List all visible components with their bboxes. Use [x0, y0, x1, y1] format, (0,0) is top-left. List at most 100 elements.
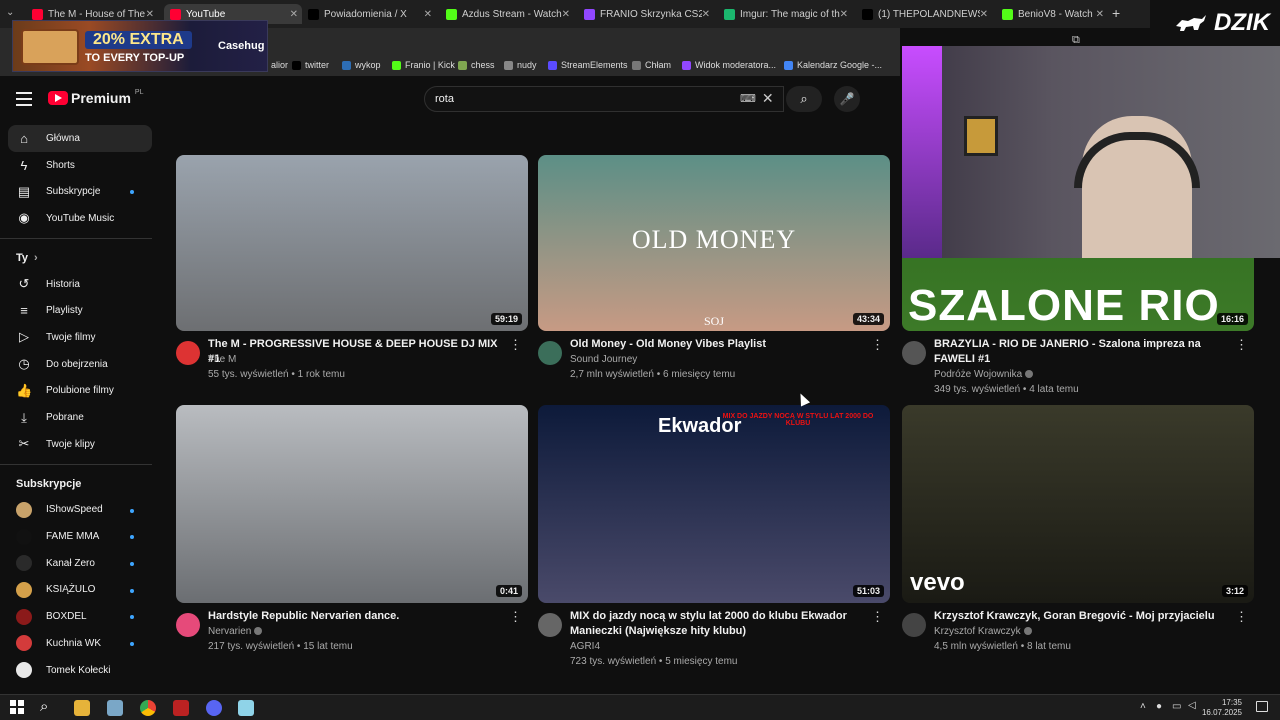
discord-icon[interactable] [206, 700, 222, 716]
browser-tab[interactable]: Powiadomienia / X ✕ [302, 4, 436, 24]
channel-avatar[interactable] [176, 613, 200, 637]
video-title[interactable]: Hardstyle Republic Nervarien dance. [208, 609, 508, 624]
close-tab-icon[interactable]: ✕ [562, 9, 570, 20]
search-button[interactable]: ⌕ [786, 86, 822, 112]
app-icon[interactable] [173, 700, 189, 716]
video-title[interactable]: The M - PROGRESSIVE HOUSE & DEEP HOUSE D… [208, 337, 508, 367]
bookmark-item[interactable]: twitter [292, 60, 329, 70]
keyboard-icon[interactable]: ⌨ [740, 92, 756, 105]
close-tab-icon[interactable]: ✕ [1096, 9, 1104, 20]
subscription-item[interactable]: BOXDEL [0, 603, 160, 630]
more-actions-icon[interactable]: ⋮ [509, 337, 522, 353]
video-card[interactable]: vevo 3:12 Krzysztof Krawczyk, Goran Bregov… [902, 405, 1254, 673]
new-tab-button[interactable]: + [1112, 5, 1120, 21]
video-card[interactable]: Ekwador MIX DO JAZDY NOCĄ W STYLU LAT 200… [538, 405, 890, 673]
sidebar-item[interactable]: ϟ Shorts [0, 152, 160, 179]
casehug-promo-banner[interactable]: 20% EXTRA TO EVERY TOP-UP Casehug [12, 20, 268, 72]
more-actions-icon[interactable]: ⋮ [871, 337, 884, 353]
more-actions-icon[interactable]: ⋮ [509, 609, 522, 625]
video-thumbnail[interactable]: 59:19 [176, 155, 528, 331]
video-title[interactable]: Old Money - Old Money Vibes Playlist [570, 337, 870, 352]
youtube-premium-logo[interactable]: Premium PL [48, 89, 143, 106]
volume-icon[interactable]: ◁ [1188, 700, 1196, 711]
subscription-item[interactable]: Tomek Kołecki [0, 657, 160, 684]
sidebar-item[interactable]: ⌂ Główna [8, 125, 152, 152]
app-icon[interactable] [107, 700, 123, 716]
bookmark-item[interactable]: Widok moderatora... [682, 60, 776, 70]
channel-avatar[interactable] [538, 613, 562, 637]
video-thumbnail[interactable]: Ekwador MIX DO JAZDY NOCĄ W STYLU LAT 200… [538, 405, 890, 603]
channel-name[interactable]: Sound Journey [570, 354, 637, 365]
sidebar-item[interactable]: ✂ Twoje klipy [0, 431, 160, 458]
video-title[interactable]: MIX do jazdy nocą w stylu lat 2000 do kl… [570, 609, 870, 639]
browser-tab[interactable]: BenioV8 - Watch clips on✕ [996, 4, 1108, 24]
voice-search-button[interactable]: 🎤 [834, 86, 860, 112]
close-tab-icon[interactable]: ✕ [424, 9, 432, 20]
browser-tab[interactable]: (1) THEPOLANDNEWS ✕ [856, 4, 992, 24]
bookmark-item[interactable]: wykop [342, 60, 381, 70]
channel-name[interactable]: Krzysztof Krawczyk [934, 626, 1032, 637]
sidebar-item[interactable]: ≡ Playlisty [0, 297, 160, 324]
tray-chevron-icon[interactable]: ˄ [1140, 701, 1146, 712]
search-input[interactable]: rota [424, 86, 784, 112]
more-actions-icon[interactable]: ⋮ [1235, 337, 1248, 353]
video-thumbnail[interactable]: OLD MONEY SOJ 43:34 [538, 155, 890, 331]
notifications-icon[interactable] [1256, 701, 1268, 712]
video-thumbnail[interactable]: vevo 3:12 [902, 405, 1254, 603]
subscription-item[interactable]: Kuchnia WK [0, 630, 160, 657]
more-actions-icon[interactable]: ⋮ [1235, 609, 1248, 625]
sidebar-item[interactable]: ▤ Subskrypcje [0, 178, 160, 205]
channel-name[interactable]: Nervarien [208, 626, 263, 637]
video-title[interactable]: Krzysztof Krawczyk, Goran Bregović - Moj… [934, 609, 1234, 624]
sidebar-item[interactable]: ▷ Twoje filmy [0, 324, 160, 351]
network-icon[interactable]: ▭ [1172, 701, 1181, 712]
bookmark-item[interactable]: nudy [504, 60, 537, 70]
sidebar-you-header[interactable]: Ty › [0, 245, 160, 271]
app-icon[interactable] [238, 700, 254, 716]
bookmark-item[interactable]: Chłam [632, 60, 671, 70]
browser-tab[interactable]: FRANIO Skrzynka CS2 (C✕ [578, 4, 714, 24]
menu-icon[interactable] [16, 92, 32, 106]
video-thumbnail[interactable]: 0:41 [176, 405, 528, 603]
file-explorer-icon[interactable] [74, 700, 90, 716]
bookmark-item[interactable]: Kalendarz Google -... [784, 60, 882, 70]
sidebar-item[interactable]: ⤓ Pobrane [0, 404, 160, 431]
channel-name[interactable]: The M [208, 354, 236, 365]
sidebar-item[interactable]: ◉ YouTube Music [0, 205, 160, 232]
channel-avatar[interactable] [902, 341, 926, 365]
more-actions-icon[interactable]: ⋮ [871, 609, 884, 625]
bookmark-item[interactable]: chess [458, 60, 495, 70]
browser-tab[interactable]: Imgur: The magic of the I ✕ [718, 4, 852, 24]
channel-name[interactable]: AGRI4 [570, 641, 600, 652]
subscription-item[interactable]: KSIĄŻULO [0, 577, 160, 604]
channel-avatar[interactable] [902, 613, 926, 637]
channel-avatar[interactable] [176, 341, 200, 365]
sidebar-item[interactable]: ↺ Historia [0, 271, 160, 298]
chrome-icon[interactable] [140, 700, 156, 716]
close-tab-icon[interactable]: ✕ [980, 9, 988, 20]
browser-tab[interactable]: Azdus Stream - Watch Li ✕ [440, 4, 574, 24]
close-tab-icon[interactable]: ✕ [840, 9, 848, 20]
windows-start-icon[interactable] [10, 700, 24, 714]
channel-avatar[interactable] [538, 341, 562, 365]
subscription-item[interactable]: Kanał Zero [0, 550, 160, 577]
bookmark-item[interactable]: Franio | Kick [392, 60, 455, 70]
system-clock[interactable]: 17:35 16.07.2025 [1202, 698, 1242, 718]
video-title[interactable]: BRAZYLIA - RIO DE JANERIO - Szalona impr… [934, 337, 1234, 367]
close-tab-icon[interactable]: ✕ [290, 9, 298, 20]
video-card[interactable]: OLD MONEY SOJ 43:34 Old Money - Old Money V… [538, 155, 890, 401]
bookmark-item[interactable]: StreamElements [548, 60, 628, 70]
clear-search-icon[interactable]: ✕ [762, 90, 774, 107]
sidebar-item[interactable]: ◷ Do obejrzenia [0, 351, 160, 378]
tab-list-dropdown-icon[interactable]: ⌄ [6, 7, 14, 18]
video-card[interactable]: 0:41 Hardstyle Republic Nervarien dance. N… [176, 405, 528, 673]
close-tab-icon[interactable]: ✕ [702, 9, 710, 20]
microphone-tray-icon[interactable]: ● [1156, 701, 1162, 712]
video-card[interactable]: 59:19 The M - PROGRESSIVE HOUSE & DEEP HO… [176, 155, 528, 401]
subscription-item[interactable]: FAME MMA [0, 523, 160, 550]
subscription-item[interactable]: IShowSpeed [0, 497, 160, 524]
taskbar-search-icon[interactable]: ⌕ [40, 698, 48, 715]
channel-name[interactable]: Podróże Wojownika [934, 369, 1034, 380]
close-tab-icon[interactable]: ✕ [146, 9, 154, 20]
sidebar-item[interactable]: 👍 Polubione filmy [0, 378, 160, 405]
